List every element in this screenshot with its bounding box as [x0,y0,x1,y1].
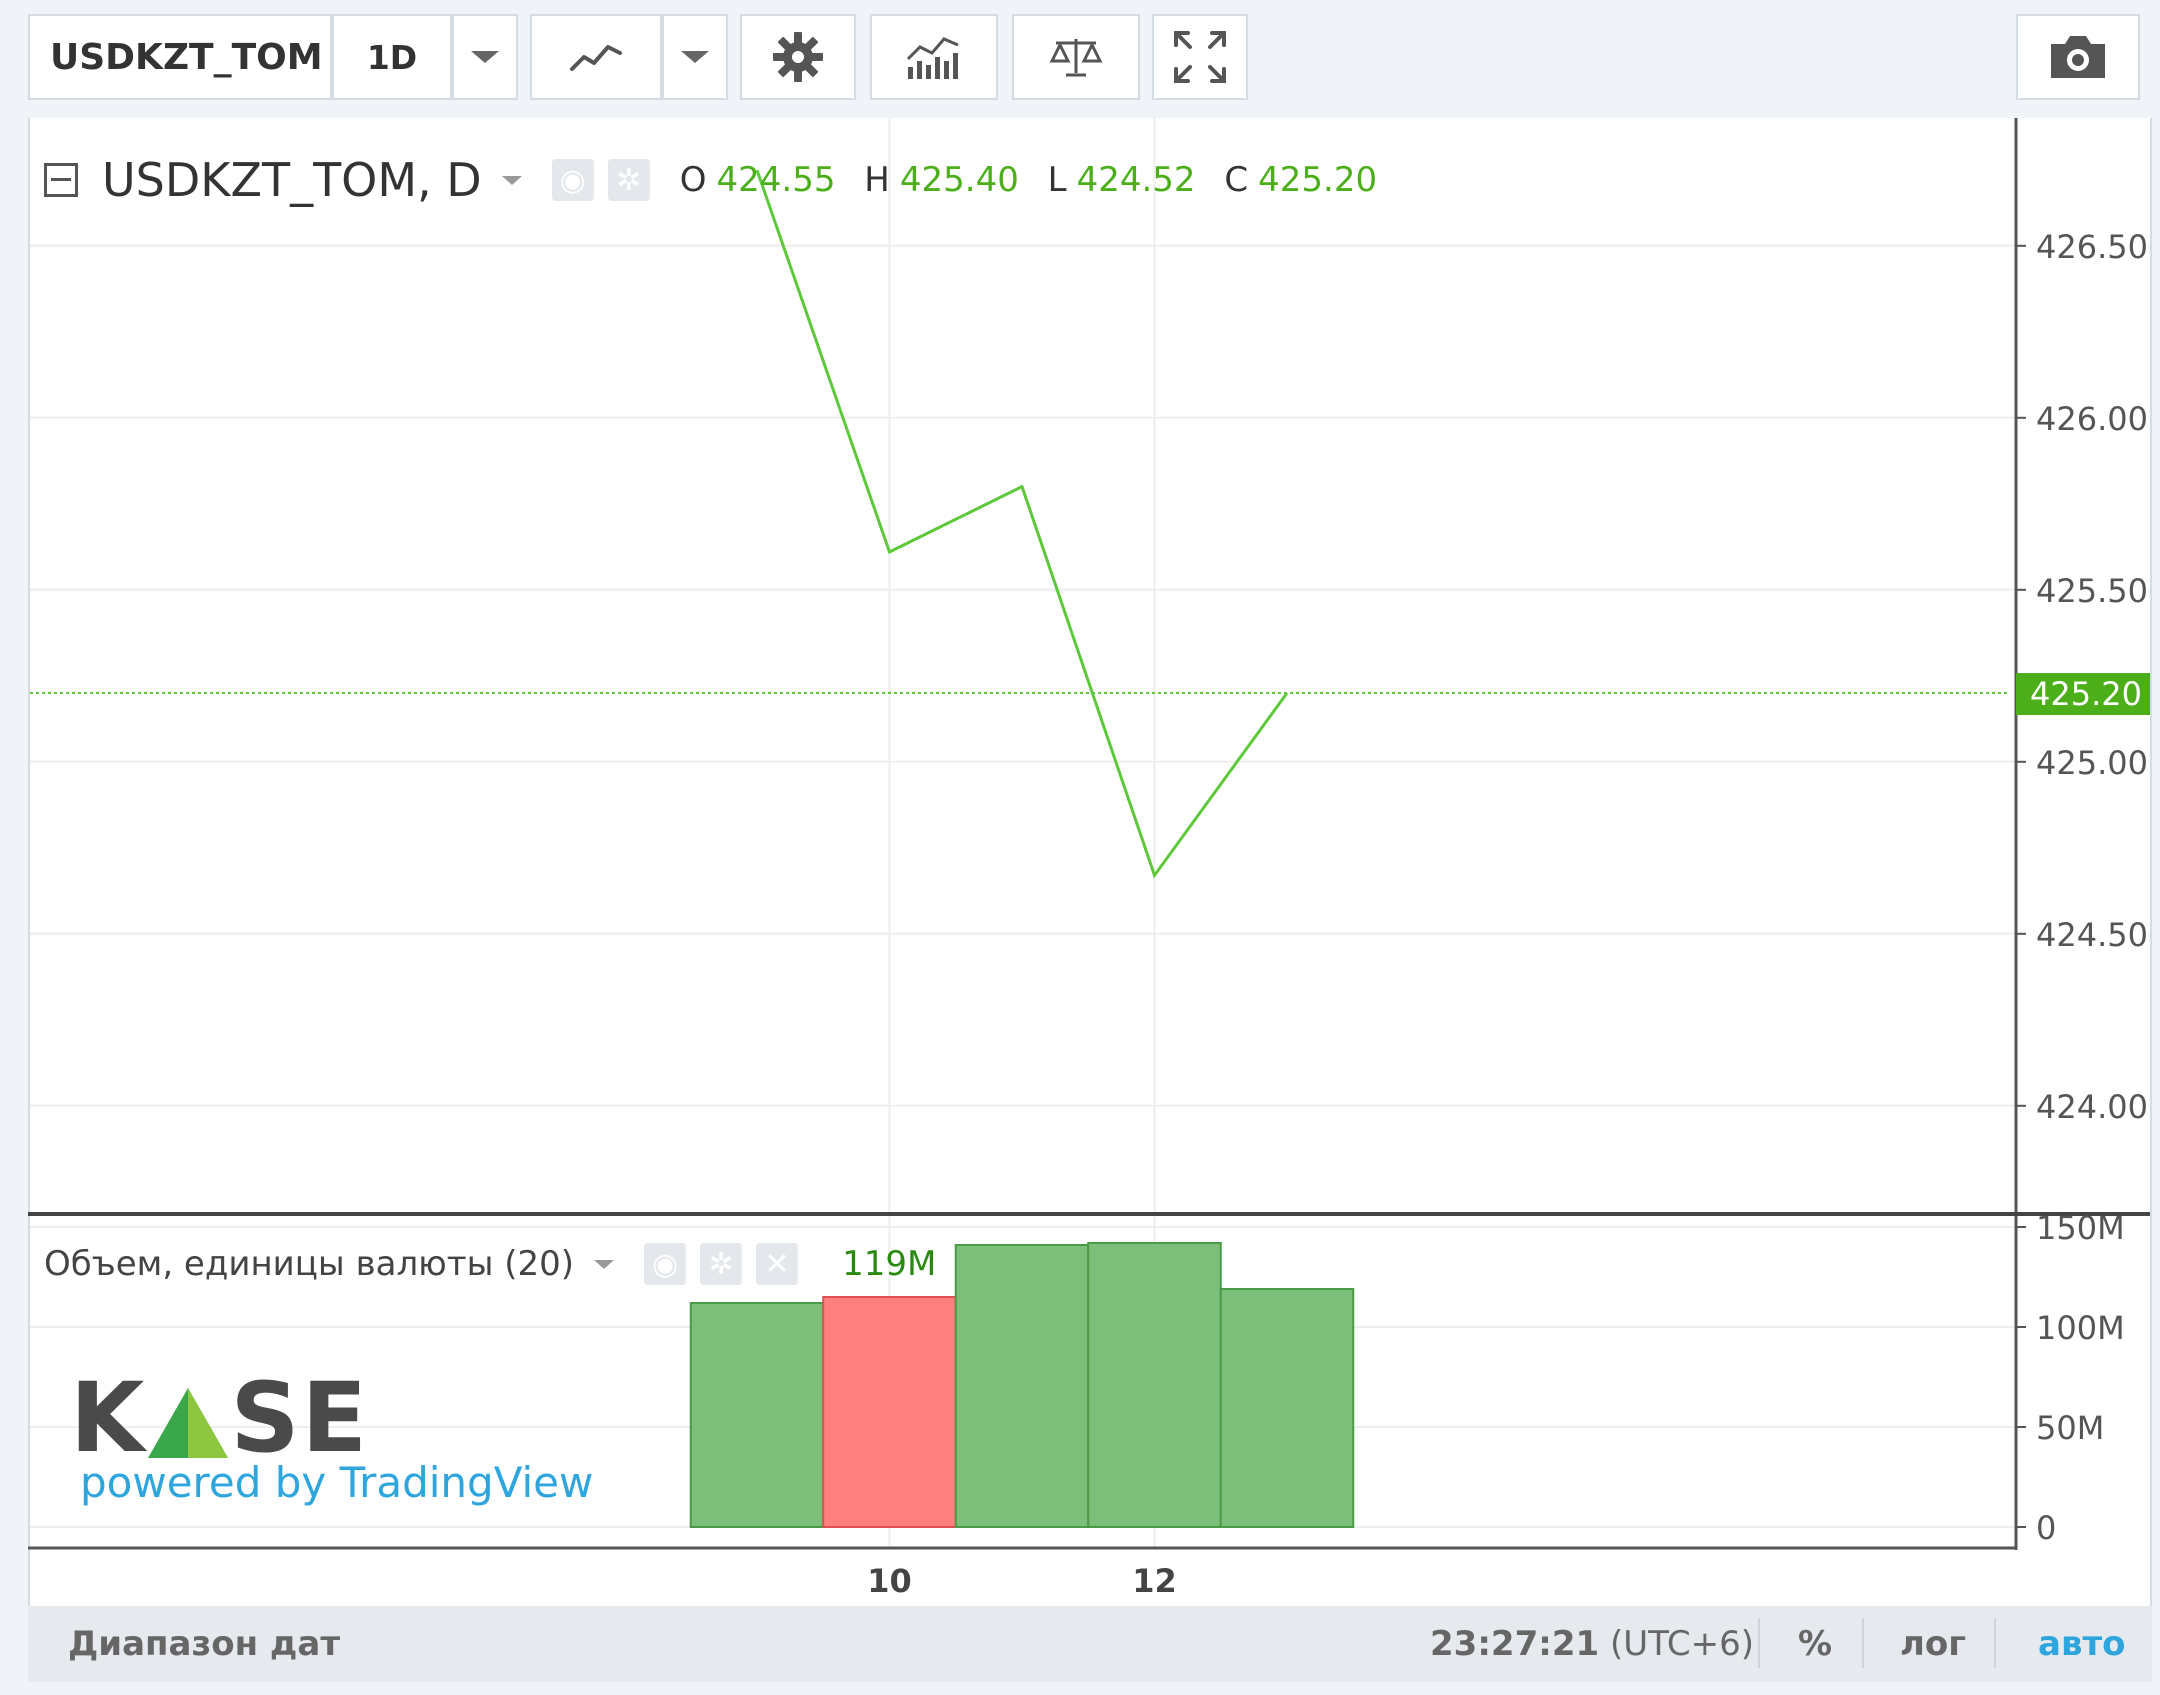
volume-bar [1087,1242,1222,1528]
clock-time: 23:27:21 [1430,1624,1600,1664]
collapse-icon[interactable] [44,163,78,197]
volume-legend: Объем, единицы валюты (20) ◉ ✲ ✕ 119M [44,1238,936,1290]
close-key: C [1224,160,1249,200]
legend-title: USDKZT_TOM, D [102,153,482,207]
close-icon[interactable]: ✕ [756,1243,799,1285]
powered-by-link[interactable]: powered by TradingView [80,1458,593,1507]
time-tick-label: 10 [867,1562,912,1600]
volume-value: 119M [842,1244,937,1284]
close-value: 425.20 [1258,160,1378,200]
ohlc-values: O 424.55 H 425.40 L 424.52 C 425.20 [680,160,1395,200]
last-price-label: 425.20 [2030,675,2142,713]
eye-icon[interactable]: ◉ [551,159,594,201]
gear-icon[interactable]: ✲ [607,159,650,201]
open-value: 424.55 [716,160,836,200]
gear-icon[interactable]: ✲ [700,1243,743,1285]
percent-toggle[interactable]: % [1798,1624,1832,1664]
price-tick-label: 424.00 [2036,1088,2148,1126]
price-tick-label: 426.50 [2036,228,2148,266]
divider [1994,1618,1996,1668]
volume-bar [689,1302,825,1528]
volume-tick-label: 100M [2036,1309,2125,1347]
high-value: 425.40 [899,160,1019,200]
volume-tick-label: 0 [2036,1509,2056,1547]
status-bar: Диапазон дат 23:27:21 (UTC+6) % лог авто [28,1606,2152,1682]
log-toggle[interactable]: лог [1900,1624,1966,1664]
volume-tick-label: 50M [2036,1409,2104,1447]
volume-legend-title: Объем, единицы валюты (20) [44,1244,575,1284]
divider [1758,1618,1760,1668]
volume-bar [822,1296,957,1528]
low-value: 424.52 [1076,160,1196,200]
time-tick-label: 12 [1132,1562,1177,1600]
volume-bar [954,1244,1090,1528]
main-legend: USDKZT_TOM, D ◉ ✲ O 424.55 H 425.40 L 424.5… [44,150,1395,210]
volume-tick-label: 150M [2036,1209,2125,1247]
volume-axis: 150M 100M 50M 0 [2016,1209,2125,1547]
price-tick-label: 425.00 [2036,744,2148,782]
volume-bar [1219,1288,1355,1528]
auto-toggle[interactable]: авто [2038,1624,2126,1664]
price-tick-label: 424.50 [2036,916,2148,954]
eye-icon[interactable]: ◉ [644,1243,687,1285]
date-range-button[interactable]: Диапазон дат [68,1624,340,1664]
clock[interactable]: 23:27:21 (UTC+6) [1430,1624,1754,1664]
clock-timezone: (UTC+6) [1609,1624,1755,1664]
time-axis: 10 12 [867,1562,1177,1600]
divider [1862,1618,1864,1668]
low-key: L [1047,160,1067,200]
logo-triangle-icon [148,1388,229,1458]
open-key: O [679,160,707,200]
price-line [755,169,1289,879]
chevron-down-icon[interactable] [594,1259,615,1269]
chevron-down-icon[interactable] [501,175,522,185]
high-key: H [864,160,890,200]
price-tick-label: 426.00 [2036,400,2148,438]
price-tick-label: 425.50 [2036,572,2148,610]
